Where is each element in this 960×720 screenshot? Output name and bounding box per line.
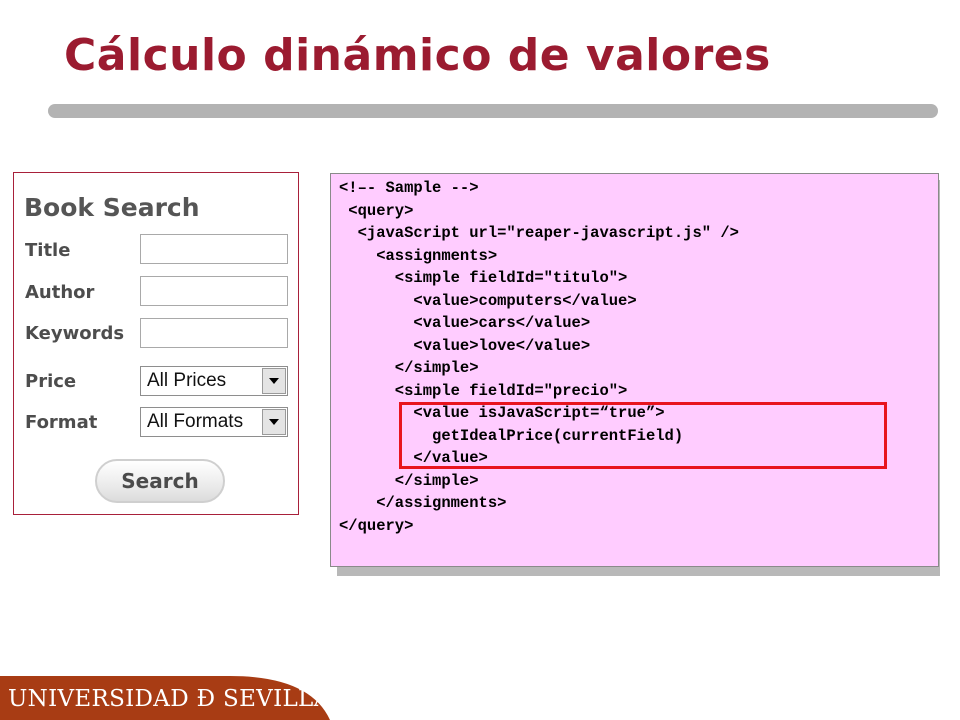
format-select[interactable]: All Formats: [140, 407, 288, 437]
author-input[interactable]: [140, 276, 288, 306]
code-line: <value>cars</value>: [339, 314, 591, 332]
code-line: <!–- Sample -->: [339, 179, 479, 197]
code-line: <simple fieldId="titulo">: [339, 269, 628, 287]
code-line: <query>: [339, 202, 414, 220]
keywords-label: Keywords: [25, 323, 125, 344]
title-label: Title: [25, 240, 71, 261]
code-line: <value>love</value>: [339, 337, 591, 355]
xml-code-box: <!–- Sample --> <query> <javaScript url=…: [330, 173, 939, 567]
price-label: Price: [25, 371, 77, 392]
search-button[interactable]: Search: [95, 459, 225, 503]
title-input[interactable]: [140, 234, 288, 264]
format-select-value: All Formats: [147, 411, 244, 432]
book-search-form: Book Search Title Author Keywords Price …: [13, 172, 299, 515]
code-line: <value>computers</value>: [339, 292, 637, 310]
code-line: <assignments>: [339, 247, 498, 265]
slide-title: Cálculo dinámico de valores: [64, 30, 771, 81]
price-select-value: All Prices: [147, 370, 227, 391]
keywords-input[interactable]: [140, 318, 288, 348]
book-search-heading: Book Search: [24, 193, 200, 222]
code-line: <javaScript url="reaper-javascript.js" /…: [339, 224, 739, 242]
highlight-box: [399, 402, 887, 469]
code-line: </simple>: [339, 472, 479, 490]
code-line: </assignments>: [339, 494, 507, 512]
university-logo-text: UNIVERSIDAD Ð SEVILLA: [8, 686, 331, 712]
code-line: <simple fieldId="precio">: [339, 382, 628, 400]
dropdown-arrow-icon[interactable]: [262, 409, 286, 435]
code-line: </query>: [339, 517, 414, 535]
author-label: Author: [25, 282, 95, 303]
title-divider: [48, 104, 938, 118]
format-label: Format: [25, 412, 98, 433]
dropdown-arrow-icon[interactable]: [262, 368, 286, 394]
code-line: </simple>: [339, 359, 479, 377]
price-select[interactable]: All Prices: [140, 366, 288, 396]
